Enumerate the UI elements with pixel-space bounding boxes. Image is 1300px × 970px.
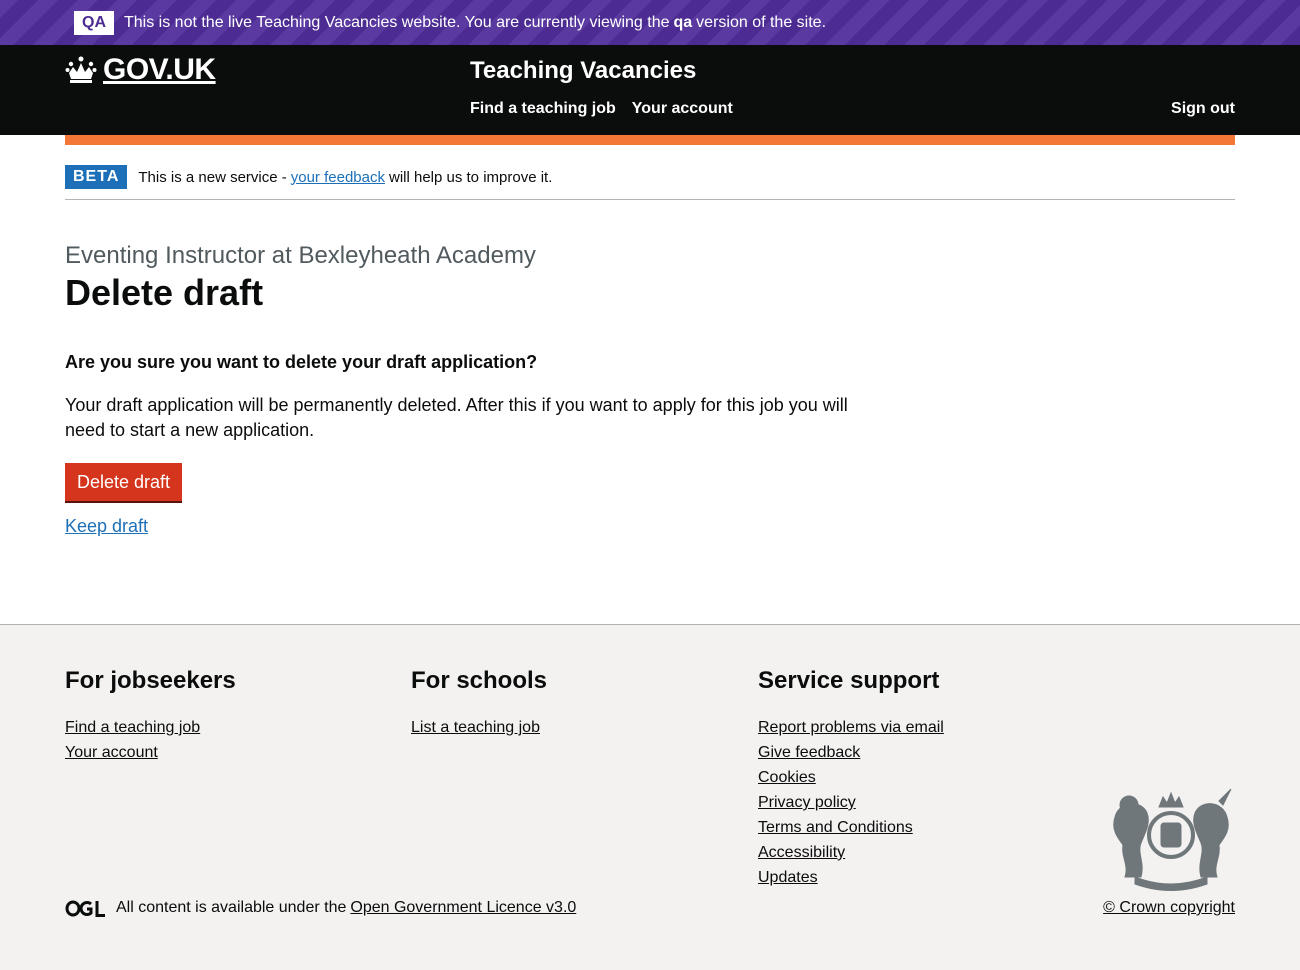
footer-link-list-teaching-job[interactable]: List a teaching job: [411, 719, 540, 736]
footer-heading-service-support: Service support: [758, 667, 940, 694]
footer-link-terms[interactable]: Terms and Conditions: [758, 819, 913, 836]
beta-text-after: will help us to improve it.: [388, 168, 553, 186]
beta-text: This is a new service -: [138, 168, 287, 186]
page-caption: Eventing Instructor at Bexleyheath Acade…: [65, 242, 536, 269]
service-name-link[interactable]: Teaching Vacancies: [470, 57, 696, 85]
delete-draft-button[interactable]: Delete draft: [65, 463, 183, 501]
qa-env-name: qa: [673, 13, 693, 31]
confirmation-question: Are you sure you want to delete your dra…: [65, 352, 538, 372]
footer-link-your-account[interactable]: Your account: [65, 744, 158, 761]
qa-environment-banner: QA This is not the live Teaching Vacanci…: [0, 0, 1300, 45]
beta-tag: BETA: [65, 165, 128, 189]
nav-item-your-account[interactable]: Your account: [632, 100, 733, 118]
open-government-licence-link[interactable]: Open Government Licence v3.0: [350, 899, 576, 917]
page-title: Delete draft: [65, 272, 264, 313]
footer-link-find-teaching-job[interactable]: Find a teaching job: [65, 719, 200, 736]
licence-text: All content is available under the: [116, 899, 347, 916]
footer-link-report-problems[interactable]: Report problems via email: [758, 719, 944, 736]
site-footer: For jobseekers Find a teaching job Your …: [0, 624, 1300, 970]
nav-item-find-teaching-job[interactable]: Find a teaching job: [470, 100, 616, 118]
footer-section-schools: For schools List a teaching job: [411, 667, 547, 740]
crown-icon: [65, 56, 97, 83]
crown-copyright-link[interactable]: © Crown copyright: [1103, 899, 1235, 916]
footer-section-service-support: Service support Report problems via emai…: [758, 667, 944, 890]
deletion-warning-text: Your draft application will be permanent…: [65, 395, 848, 440]
site-header: GOV.UK Teaching Vacancies Find a teachin…: [0, 45, 1300, 145]
govuk-logo-link[interactable]: GOV.UK: [65, 53, 216, 87]
footer-link-updates[interactable]: Updates: [758, 869, 818, 886]
footer-link-privacy-policy[interactable]: Privacy policy: [758, 794, 856, 811]
qa-tag: QA: [74, 10, 114, 35]
keep-draft-link[interactable]: Keep draft: [65, 516, 1235, 537]
govuk-logo-text: GOV.UK: [103, 53, 216, 86]
footer-heading-jobseekers: For jobseekers: [65, 667, 236, 694]
primary-navigation: Find a teaching job Your account: [470, 100, 733, 118]
beta-banner: BETA This is a new service - your feedba…: [65, 155, 1235, 200]
header-orange-bar: [65, 135, 1235, 145]
main-content: Eventing Instructor at Bexleyheath Acade…: [0, 200, 1300, 537]
feedback-link[interactable]: your feedback: [291, 169, 385, 186]
qa-banner-text: This is not the live Teaching Vacancies …: [124, 13, 670, 31]
footer-section-jobseekers: For jobseekers Find a teaching job Your …: [65, 667, 236, 765]
footer-link-accessibility[interactable]: Accessibility: [758, 844, 845, 861]
qa-banner-text-after: version of the site.: [696, 13, 827, 31]
ogl-logo-icon: [65, 900, 105, 917]
licence-notice: All content is available under the Open …: [65, 899, 576, 917]
royal-coat-of-arms-icon: [1113, 788, 1232, 891]
footer-link-cookies[interactable]: Cookies: [758, 769, 816, 786]
footer-heading-schools: For schools: [411, 667, 548, 694]
sign-out-link[interactable]: Sign out: [1171, 100, 1235, 118]
crown-copyright: © Crown copyright: [1103, 899, 1235, 917]
footer-link-give-feedback[interactable]: Give feedback: [758, 744, 860, 761]
